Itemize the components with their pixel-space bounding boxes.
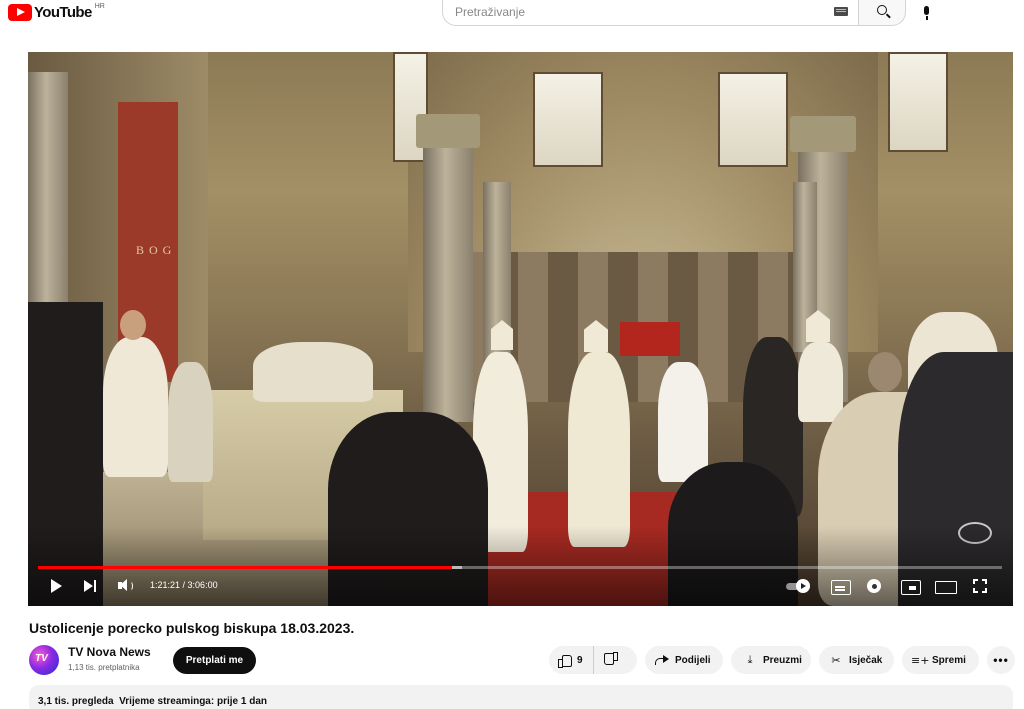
download-icon: ⤓ [747, 653, 753, 666]
logo-text: YouTube [34, 4, 92, 21]
keyboard-icon[interactable] [834, 7, 848, 16]
share-label: Podijeli [675, 654, 711, 666]
search-button[interactable] [858, 0, 906, 26]
view-count: 3,1 tis. pregleda [38, 696, 114, 707]
player-controls: 1:21:21 / 3:06:00 [28, 573, 1013, 599]
save-button[interactable]: ≡+ Spremi [902, 646, 979, 674]
theater-icon[interactable] [932, 573, 958, 599]
progress-bar[interactable] [38, 566, 1002, 569]
like-button[interactable]: 9 [549, 646, 594, 674]
save-label: Spremi [932, 654, 966, 666]
download-button[interactable]: ⤓ Preuzmi [731, 646, 811, 674]
settings-icon[interactable] [862, 573, 888, 599]
channel-name[interactable]: TV Nova News [68, 645, 151, 659]
video-title: Ustolicenje porecko pulskog biskupa 18.0… [29, 620, 355, 636]
subscribe-button[interactable]: Pretplati me [173, 647, 256, 674]
download-label: Preuzmi [763, 654, 802, 666]
youtube-logo-icon [8, 4, 32, 21]
youtube-logo[interactable]: YouTube HR [8, 3, 105, 22]
video-meta: 3,1 tis. pregleda Vrijeme streaminga: pr… [38, 696, 267, 707]
time-display: 1:21:21 / 3:06:00 [150, 580, 218, 590]
search-box [442, 0, 858, 26]
autoplay-toggle-icon[interactable] [784, 573, 814, 599]
miniplayer-icon[interactable] [897, 573, 923, 599]
search-icon [877, 5, 887, 15]
scissors-icon: ✂ [831, 653, 841, 667]
search-bar [442, 0, 906, 26]
current-time: 1:21:21 [150, 580, 181, 590]
share-button[interactable]: Podijeli [645, 646, 723, 674]
description-box[interactable]: 3,1 tis. pregleda Vrijeme streaminga: pr… [29, 685, 1013, 709]
country-code: HR [94, 3, 105, 10]
subtitles-icon[interactable] [827, 573, 853, 599]
more-icon: ••• [993, 653, 1009, 667]
more-actions-button[interactable]: ••• [987, 646, 1015, 674]
stream-date: Vrijeme streaminga: prije 1 dan [119, 696, 267, 707]
next-icon[interactable] [78, 573, 104, 599]
thumb-up-icon [558, 654, 572, 668]
search-input[interactable] [455, 4, 815, 19]
scene-text: B O G [136, 243, 173, 257]
play-icon[interactable] [44, 573, 70, 599]
subscriber-count: 1,13 tis. pretplatnika [68, 663, 140, 672]
like-dislike-group: 9 [549, 646, 637, 674]
clip-button[interactable]: ✂ Isječak [819, 646, 894, 674]
clip-label: Isječak [849, 654, 883, 666]
playlist-add-icon: ≡+ [911, 653, 930, 667]
masthead: YouTube HR [0, 0, 1024, 30]
share-icon [655, 655, 669, 665]
like-count: 9 [577, 654, 583, 666]
progress-played [38, 566, 452, 569]
fullscreen-icon[interactable] [967, 573, 993, 599]
dislike-button[interactable] [594, 646, 630, 674]
video-frame: B O G [28, 52, 1013, 606]
volume-icon[interactable] [112, 573, 138, 599]
thumb-down-icon [605, 654, 618, 666]
mic-icon [924, 6, 929, 15]
voice-search-button[interactable] [914, 2, 938, 26]
video-player[interactable]: B O G 1:21:21 / 3:06:00 [28, 52, 1013, 606]
channel-avatar[interactable] [29, 645, 59, 675]
duration: 3:06:00 [187, 580, 218, 590]
